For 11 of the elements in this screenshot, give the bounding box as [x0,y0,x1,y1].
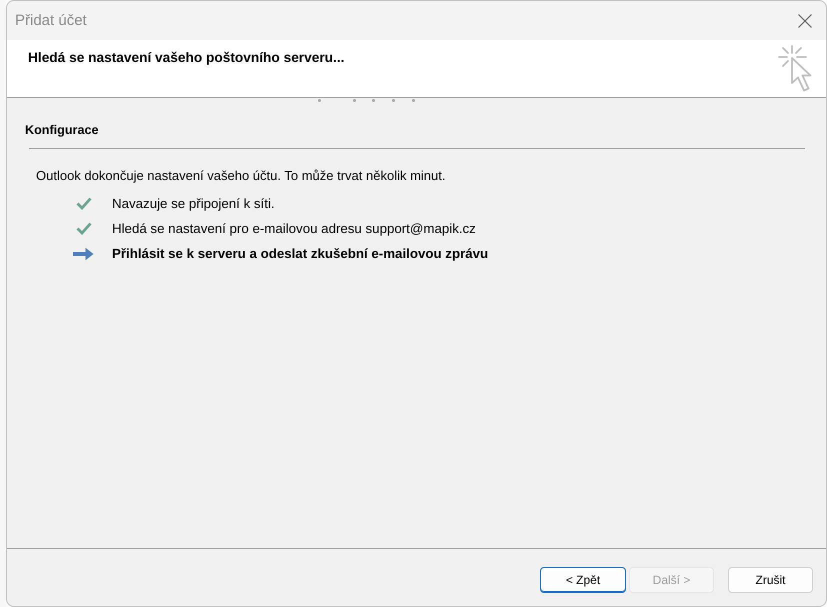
close-icon[interactable] [798,14,812,28]
wizard-button[interactable]: < Zpět [540,567,626,593]
section-title: Konfigurace [25,122,100,138]
header-title: Hledá se nastavení vašeho poštovního serveru... [28,49,346,66]
step-label: Navazuje se připojení k síti. [112,196,275,211]
wizard-button[interactable]: Zrušit [728,567,813,593]
step-label: Přihlásit se k serveru a odeslat zkušební e-mailovou zprávu [112,246,488,261]
intro-text: Outlook dokončuje nastavení vašeho účtu. To může trvat několik minut. [36,168,446,184]
step-label: Hledá se nastavení pro e-mailovou adresu support@mapik.cz [112,221,476,236]
window-title: Přidat účet [15,12,88,29]
cursor-click-icon [778,45,812,93]
